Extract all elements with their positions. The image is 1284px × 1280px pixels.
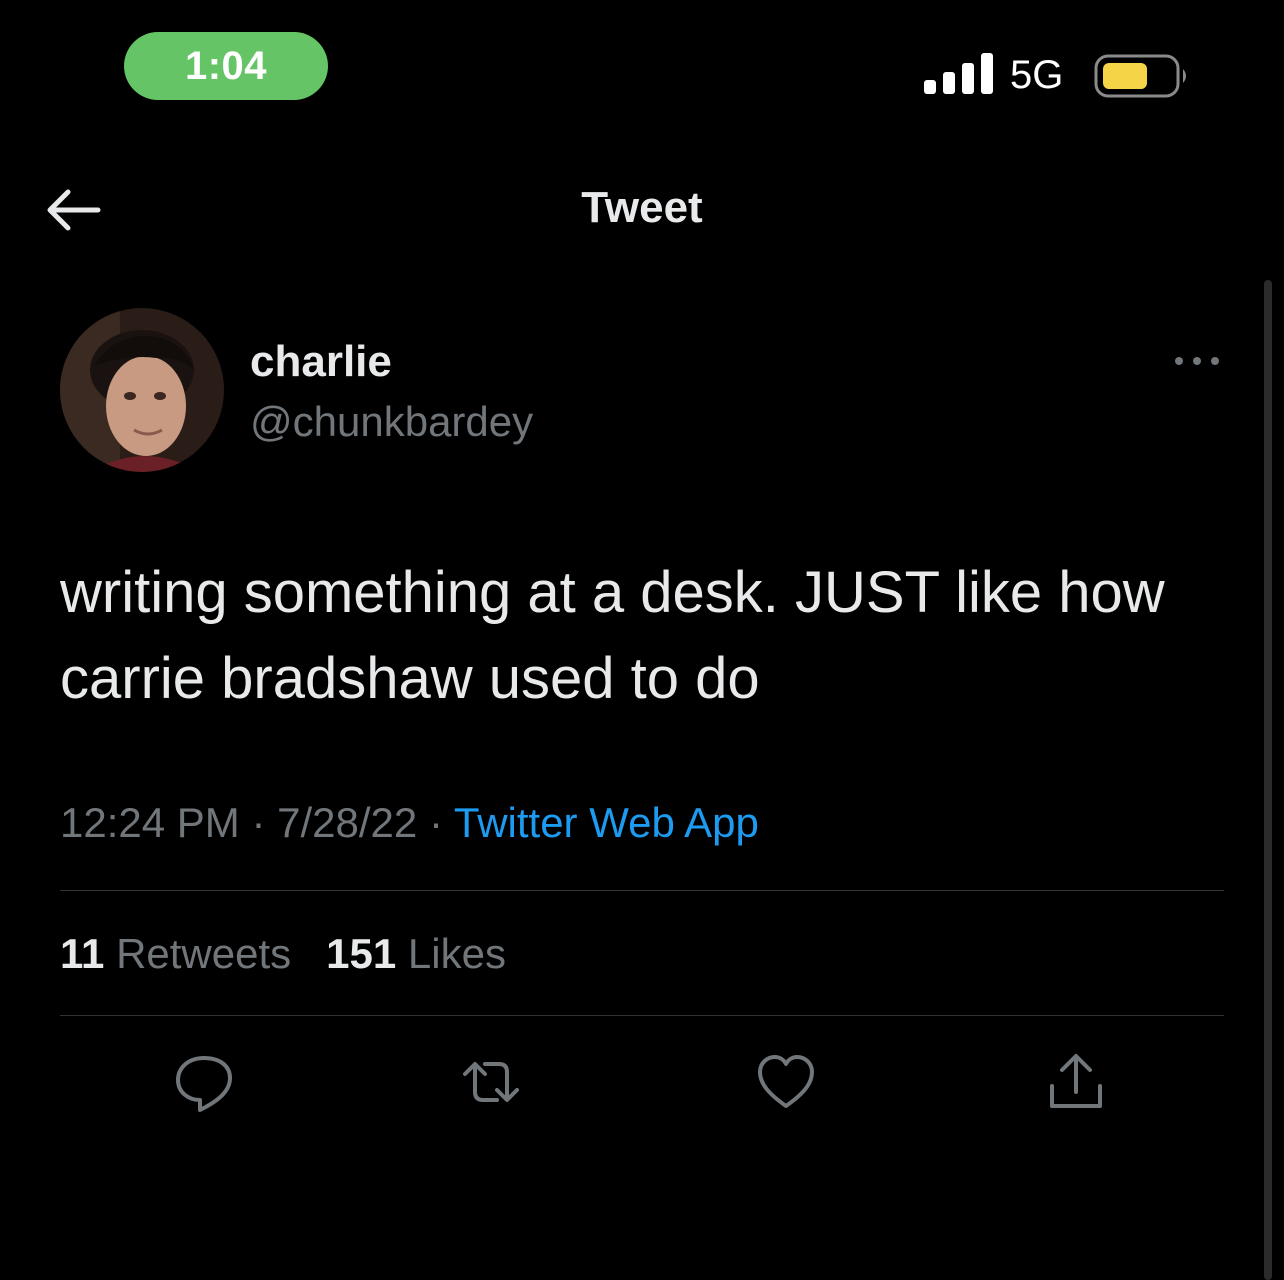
status-bar: 1:04 5G bbox=[0, 0, 1284, 130]
likes-count: 151 bbox=[326, 930, 397, 977]
likes-label: Likes bbox=[407, 930, 506, 977]
share-button[interactable] bbox=[1040, 1046, 1112, 1118]
tweet-text: writing something at a desk. JUST like h… bbox=[60, 560, 1165, 711]
navigation-bar: Tweet bbox=[0, 150, 1284, 270]
meta-separator: · bbox=[251, 799, 266, 846]
retweet-button[interactable] bbox=[455, 1046, 527, 1118]
battery-icon bbox=[1094, 54, 1186, 98]
reply-button[interactable] bbox=[168, 1046, 240, 1118]
meta-separator: · bbox=[428, 799, 443, 846]
author-display-name[interactable]: charlie bbox=[250, 336, 392, 388]
tweet-metadata: 12:24 PM · 7/28/22 · Twitter Web App bbox=[60, 795, 759, 851]
author-handle[interactable]: @chunkbardey bbox=[250, 396, 533, 448]
tweet-date: 7/28/22 bbox=[277, 799, 418, 846]
tweet-stats: 11 Retweets 151 Likes bbox=[60, 926, 506, 982]
page-title: Tweet bbox=[581, 183, 703, 232]
tweet-source-link[interactable]: Twitter Web App bbox=[454, 799, 759, 846]
heart-icon bbox=[758, 1055, 814, 1108]
network-type: 5G bbox=[1010, 53, 1064, 97]
signal-strength-icon bbox=[924, 53, 993, 94]
likes-stat[interactable]: 151 Likes bbox=[326, 930, 506, 977]
status-time: 1:04 bbox=[124, 32, 328, 100]
retweets-count: 11 bbox=[60, 930, 105, 977]
more-horizontal-icon bbox=[1175, 357, 1219, 365]
speech-bubble-icon bbox=[176, 1056, 232, 1112]
divider bbox=[60, 890, 1224, 891]
divider bbox=[60, 1015, 1224, 1016]
more-options-button[interactable] bbox=[1170, 344, 1224, 378]
retweets-label: Retweets bbox=[116, 930, 292, 977]
tweet-time: 12:24 PM bbox=[60, 799, 240, 846]
share-icon bbox=[1050, 1054, 1102, 1108]
profile-photo bbox=[60, 308, 224, 472]
like-button[interactable] bbox=[750, 1046, 822, 1118]
scrollbar[interactable] bbox=[1264, 280, 1272, 1280]
avatar[interactable] bbox=[60, 308, 224, 472]
retweet-icon bbox=[463, 1062, 519, 1102]
retweets-stat[interactable]: 11 Retweets bbox=[60, 930, 291, 977]
tweet-actions bbox=[0, 1046, 1284, 1126]
